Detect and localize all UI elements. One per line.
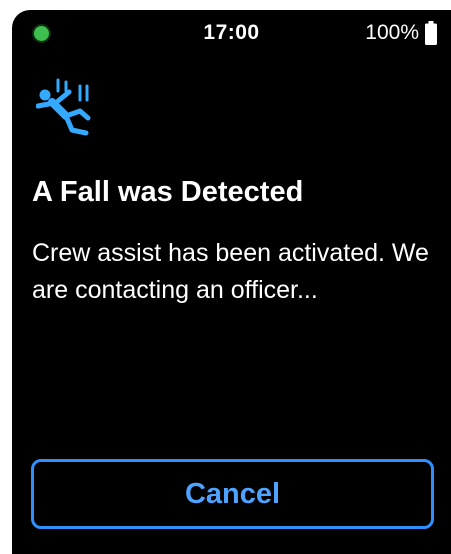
status-bar: 17:00 100% <box>12 10 451 56</box>
watch-screen: 17:00 100% A Fall was Detected Crew assi… <box>12 10 451 554</box>
alert-title: A Fall was Detected <box>32 176 304 208</box>
battery-icon <box>425 21 437 45</box>
battery-status: 100% <box>365 21 437 45</box>
battery-percentage: 100% <box>365 21 419 44</box>
person-falling-icon <box>36 78 91 136</box>
cancel-button[interactable]: Cancel <box>31 459 434 529</box>
alert-message: Crew assist has been activated. We are c… <box>32 239 429 304</box>
